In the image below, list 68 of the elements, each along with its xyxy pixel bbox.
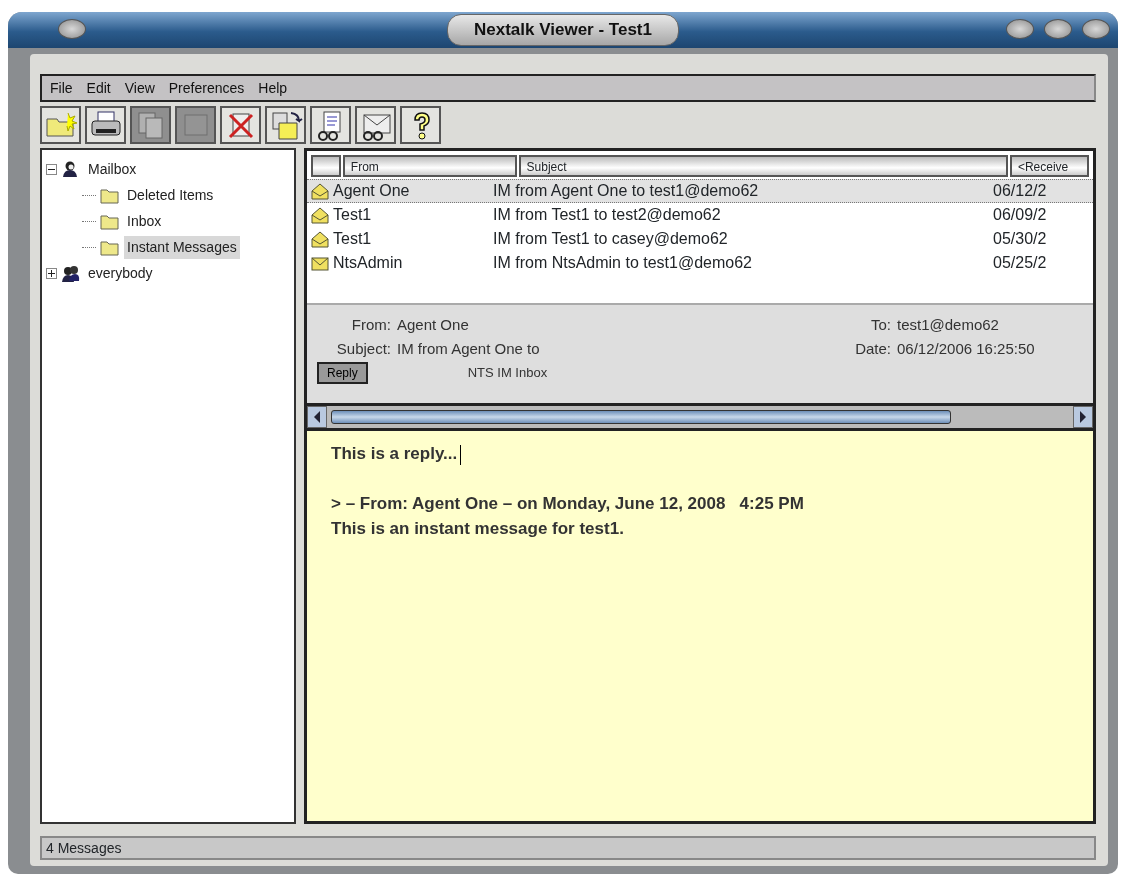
left-arrow-icon [313, 411, 321, 423]
horizontal-scrollbar[interactable] [307, 403, 1093, 431]
text-cursor [460, 444, 462, 465]
field-value: IM from Agent One to [397, 338, 541, 359]
reply-button[interactable]: Reply [317, 362, 368, 384]
collapse-toggle[interactable] [46, 163, 57, 175]
scroll-left-button[interactable] [307, 406, 327, 428]
message-line: This is a reply... [331, 444, 458, 463]
toolbar-button[interactable] [310, 106, 351, 144]
menu-item[interactable]: Help [258, 77, 288, 99]
column-header[interactable] [311, 155, 341, 177]
message-count: 4 Messages [46, 838, 122, 858]
toolbar-button[interactable] [40, 106, 81, 144]
field-label: Subject: [335, 338, 392, 359]
message-row[interactable]: NtsAdmin IM from NtsAdmin to test1@demo62 05/25/2 [307, 251, 1093, 275]
menu-item[interactable]: File [50, 77, 73, 99]
tree-item[interactable]: Instant Messages [124, 235, 240, 259]
message-editor[interactable]: This is a reply... > – From: Agent One – on Monday, June 12, 2008 4:25 PM This is an instant message for test1. [307, 431, 1093, 821]
column-header[interactable]: From [342, 155, 517, 177]
toolbar-button[interactable] [265, 106, 306, 144]
subject-text: IM from Test1 to test2@demo62 [493, 206, 721, 223]
date-text: 05/25/2 [993, 254, 1047, 271]
field-value: test1@demo62 [897, 314, 999, 335]
maximize-button[interactable] [1044, 19, 1072, 39]
message-line: > – From: Agent One – on Monday, June 12, 2008 4:25 PM [331, 493, 804, 513]
field-label: From: [350, 314, 392, 335]
people-icon [61, 263, 81, 283]
subject-text: IM from NtsAdmin to test1@demo62 [493, 254, 752, 271]
menu-item[interactable]: Preferences [168, 77, 245, 99]
sender-text: Agent One [333, 181, 410, 201]
tree-item[interactable]: Mailbox [85, 157, 140, 181]
close-button[interactable] [1082, 19, 1110, 39]
message-line: This is an instant message for test1. [331, 519, 624, 538]
toolbar-button[interactable] [355, 106, 396, 144]
minimize-button[interactable] [1006, 19, 1034, 39]
sender-text: Test1 [333, 229, 372, 249]
message-row[interactable]: Agent One IM from Agent One to test1@demo62 06/12/2 [307, 179, 1093, 203]
folder-name: NTS IM Inbox [467, 364, 548, 383]
date-text: 06/12/2 [993, 182, 1047, 199]
field-value: Agent One [397, 314, 470, 335]
field-value: 06/12/2006 16:25:50 [897, 338, 1035, 359]
menu-item[interactable]: Edit [86, 77, 111, 99]
window-title: Nextalk Viewer - Test1 [447, 14, 679, 46]
date-text: 05/30/2 [993, 230, 1047, 247]
tree-item[interactable]: Inbox [124, 209, 165, 233]
right-arrow-icon [1079, 411, 1087, 423]
scroll-thumb[interactable] [331, 410, 951, 424]
column-header[interactable]: Subject [518, 155, 1008, 177]
sender-text: Test1 [333, 205, 372, 225]
plus-icon [47, 269, 56, 279]
field-label: To: [870, 314, 892, 335]
field-label: Date: [854, 338, 892, 359]
window-menu-button[interactable] [58, 19, 86, 39]
subject-text: IM from Test1 to casey@demo62 [493, 230, 728, 247]
column-header[interactable]: <Receive [1009, 155, 1089, 177]
date-text: 06/09/2 [993, 206, 1047, 223]
toolbar-button[interactable] [85, 106, 126, 144]
subject-text: IM from Agent One to test1@demo62 [493, 182, 759, 199]
toolbar-button[interactable] [400, 106, 441, 144]
tree-item[interactable]: Deleted Items [124, 183, 217, 207]
message-row[interactable]: Test1 IM from Test1 to test2@demo62 06/09/2 [307, 203, 1093, 227]
sender-text: NtsAdmin [333, 253, 403, 273]
scroll-right-button[interactable] [1073, 406, 1093, 428]
toolbar-button[interactable] [220, 106, 261, 144]
tree-item[interactable]: everybody [85, 261, 156, 285]
expand-toggle[interactable] [46, 267, 57, 279]
menu-item[interactable]: View [124, 77, 155, 99]
message-row[interactable]: Test1 IM from Test1 to casey@demo62 05/30/2 [307, 227, 1093, 251]
